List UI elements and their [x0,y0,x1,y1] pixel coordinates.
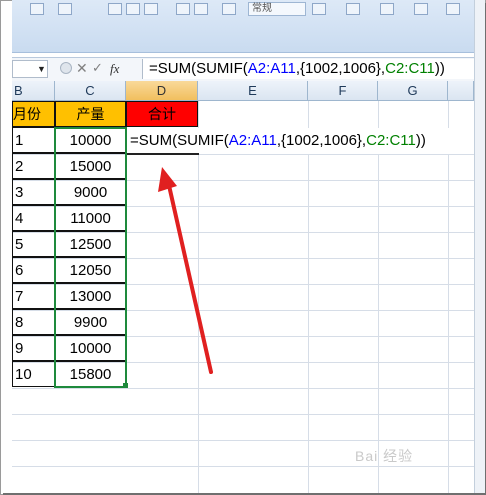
decimal-icon[interactable] [414,3,428,15]
watermark: Bai 经验 [355,448,414,464]
number-format-select[interactable]: 常规 [248,2,306,16]
formula-prefix: =SUM(SUMIF( [149,60,248,77]
ribbon: 常规 [12,0,474,53]
align-left-icon[interactable] [108,3,122,15]
cancel-icon[interactable]: ✕ [76,60,88,77]
comma-icon[interactable] [380,3,394,15]
currency-icon[interactable] [312,3,326,15]
percent-icon[interactable] [346,3,360,15]
ribbon-format-icon[interactable] [30,3,44,15]
merge-icon[interactable] [176,3,190,15]
indent-icon[interactable] [222,3,236,15]
chevron-down-icon[interactable]: ▼ [37,64,46,74]
formula-ref-range1: A2:A11 [247,60,296,77]
vertical-scrollbar[interactable] [474,0,485,493]
red-arrow-head-icon [158,167,177,192]
formula-buttons: ✕ ✓ fx [58,60,138,78]
styles-icon[interactable] [446,3,460,15]
align-right-icon[interactable] [144,3,158,15]
formula-input[interactable]: =SUM(SUMIF(A2:A11,{1002,1006},C2:C11)) [142,59,474,79]
formula-bar: ▼ ✕ ✓ fx =SUM(SUMIF(A2:A11,{1002,1006},C… [12,57,474,82]
align-center-icon[interactable] [126,3,140,15]
ribbon-border-icon[interactable] [58,3,72,15]
name-box[interactable]: ▼ [12,60,48,78]
red-arrow-shaft [166,179,213,374]
worksheet[interactable]: B C D E F G 月份 产量 合计 1 10000 2 15000 3 9… [12,81,474,493]
wrap-icon[interactable] [194,3,208,15]
enter-check-icon[interactable]: ✓ [92,60,103,76]
annotation-overlay [158,167,213,374]
formula-suffix: )) [434,60,445,77]
formula-ref-range2: C2:C11 [385,60,435,77]
insert-function-icon[interactable]: fx [110,61,119,77]
formula-mid: ,{1002,1006}, [295,60,386,77]
formula-bar-expand-icon[interactable] [60,62,72,74]
